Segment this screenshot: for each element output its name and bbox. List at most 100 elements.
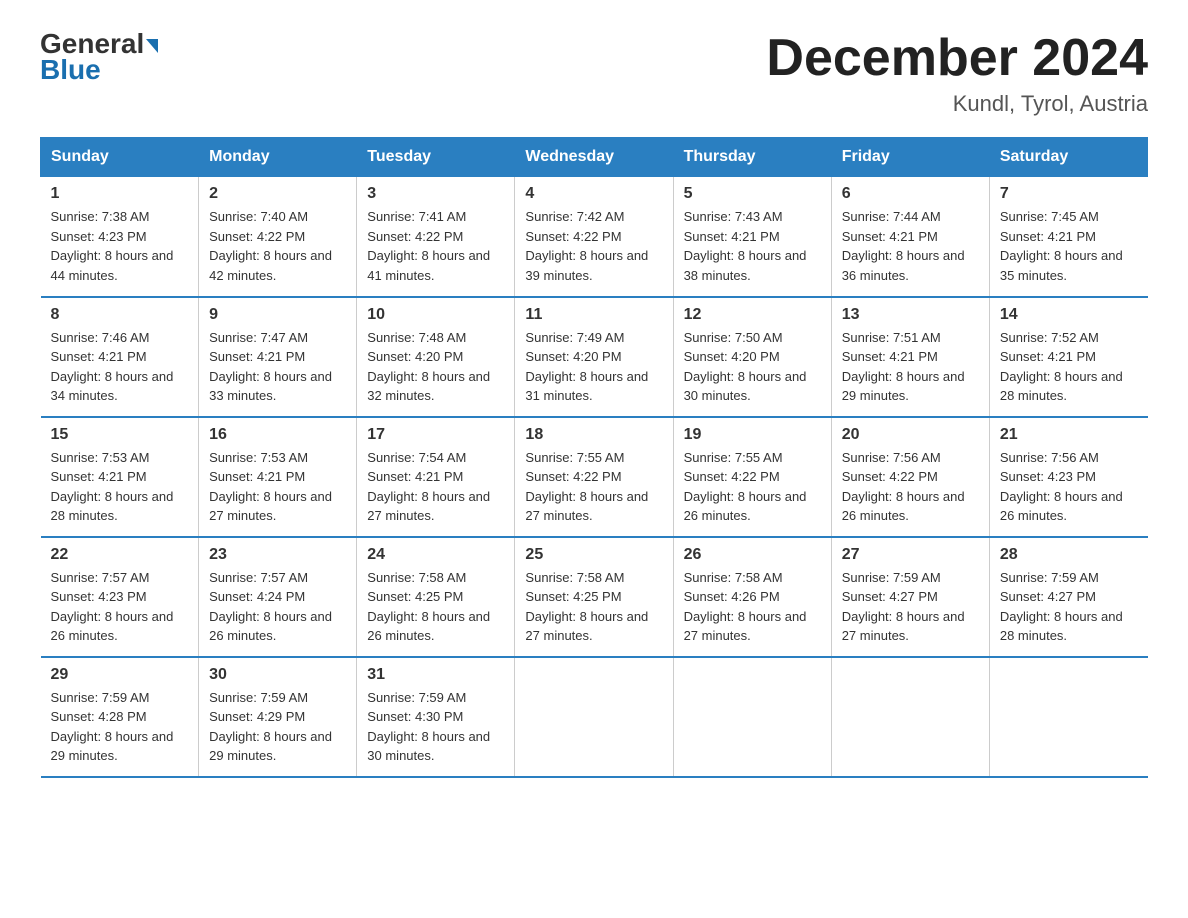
header-saturday: Saturday: [989, 138, 1147, 177]
calendar-week-row: 8 Sunrise: 7:46 AM Sunset: 4:21 PM Dayli…: [41, 297, 1148, 417]
table-row: 8 Sunrise: 7:46 AM Sunset: 4:21 PM Dayli…: [41, 297, 199, 417]
table-row: 2 Sunrise: 7:40 AM Sunset: 4:22 PM Dayli…: [199, 177, 357, 297]
day-number: 4: [525, 185, 662, 203]
day-number: 17: [367, 426, 504, 444]
table-row: 11 Sunrise: 7:49 AM Sunset: 4:20 PM Dayl…: [515, 297, 673, 417]
logo: General Blue: [40, 30, 158, 86]
calendar-week-row: 1 Sunrise: 7:38 AM Sunset: 4:23 PM Dayli…: [41, 177, 1148, 297]
table-row: 17 Sunrise: 7:54 AM Sunset: 4:21 PM Dayl…: [357, 417, 515, 537]
calendar-table: Sunday Monday Tuesday Wednesday Thursday…: [40, 137, 1148, 778]
logo-blue-text: Blue: [40, 54, 101, 86]
day-number: 25: [525, 546, 662, 564]
day-number: 1: [51, 185, 189, 203]
table-row: [673, 657, 831, 777]
day-info: Sunrise: 7:59 AM Sunset: 4:29 PM Dayligh…: [209, 688, 346, 766]
table-row: 30 Sunrise: 7:59 AM Sunset: 4:29 PM Dayl…: [199, 657, 357, 777]
table-row: 10 Sunrise: 7:48 AM Sunset: 4:20 PM Dayl…: [357, 297, 515, 417]
day-info: Sunrise: 7:56 AM Sunset: 4:22 PM Dayligh…: [842, 448, 979, 526]
day-info: Sunrise: 7:45 AM Sunset: 4:21 PM Dayligh…: [1000, 207, 1138, 285]
day-info: Sunrise: 7:42 AM Sunset: 4:22 PM Dayligh…: [525, 207, 662, 285]
table-row: 5 Sunrise: 7:43 AM Sunset: 4:21 PM Dayli…: [673, 177, 831, 297]
table-row: 6 Sunrise: 7:44 AM Sunset: 4:21 PM Dayli…: [831, 177, 989, 297]
table-row: 4 Sunrise: 7:42 AM Sunset: 4:22 PM Dayli…: [515, 177, 673, 297]
calendar-header-row: Sunday Monday Tuesday Wednesday Thursday…: [41, 138, 1148, 177]
day-number: 30: [209, 666, 346, 684]
header-tuesday: Tuesday: [357, 138, 515, 177]
day-info: Sunrise: 7:43 AM Sunset: 4:21 PM Dayligh…: [684, 207, 821, 285]
day-info: Sunrise: 7:49 AM Sunset: 4:20 PM Dayligh…: [525, 328, 662, 406]
day-info: Sunrise: 7:53 AM Sunset: 4:21 PM Dayligh…: [51, 448, 189, 526]
table-row: [831, 657, 989, 777]
day-info: Sunrise: 7:52 AM Sunset: 4:21 PM Dayligh…: [1000, 328, 1138, 406]
day-number: 3: [367, 185, 504, 203]
table-row: 9 Sunrise: 7:47 AM Sunset: 4:21 PM Dayli…: [199, 297, 357, 417]
day-number: 9: [209, 306, 346, 324]
title-area: December 2024 Kundl, Tyrol, Austria: [766, 30, 1148, 117]
day-number: 2: [209, 185, 346, 203]
day-number: 13: [842, 306, 979, 324]
day-number: 24: [367, 546, 504, 564]
day-info: Sunrise: 7:51 AM Sunset: 4:21 PM Dayligh…: [842, 328, 979, 406]
table-row: 19 Sunrise: 7:55 AM Sunset: 4:22 PM Dayl…: [673, 417, 831, 537]
day-info: Sunrise: 7:57 AM Sunset: 4:23 PM Dayligh…: [51, 568, 189, 646]
day-info: Sunrise: 7:44 AM Sunset: 4:21 PM Dayligh…: [842, 207, 979, 285]
day-info: Sunrise: 7:50 AM Sunset: 4:20 PM Dayligh…: [684, 328, 821, 406]
day-number: 21: [1000, 426, 1138, 444]
table-row: 20 Sunrise: 7:56 AM Sunset: 4:22 PM Dayl…: [831, 417, 989, 537]
day-info: Sunrise: 7:46 AM Sunset: 4:21 PM Dayligh…: [51, 328, 189, 406]
header-wednesday: Wednesday: [515, 138, 673, 177]
table-row: [515, 657, 673, 777]
day-info: Sunrise: 7:58 AM Sunset: 4:25 PM Dayligh…: [367, 568, 504, 646]
table-row: 12 Sunrise: 7:50 AM Sunset: 4:20 PM Dayl…: [673, 297, 831, 417]
day-number: 22: [51, 546, 189, 564]
table-row: 27 Sunrise: 7:59 AM Sunset: 4:27 PM Dayl…: [831, 537, 989, 657]
day-info: Sunrise: 7:59 AM Sunset: 4:27 PM Dayligh…: [1000, 568, 1138, 646]
table-row: 24 Sunrise: 7:58 AM Sunset: 4:25 PM Dayl…: [357, 537, 515, 657]
day-number: 8: [51, 306, 189, 324]
day-number: 12: [684, 306, 821, 324]
table-row: 26 Sunrise: 7:58 AM Sunset: 4:26 PM Dayl…: [673, 537, 831, 657]
day-number: 29: [51, 666, 189, 684]
table-row: 29 Sunrise: 7:59 AM Sunset: 4:28 PM Dayl…: [41, 657, 199, 777]
logo-arrow-icon: [146, 39, 158, 53]
table-row: 23 Sunrise: 7:57 AM Sunset: 4:24 PM Dayl…: [199, 537, 357, 657]
header-thursday: Thursday: [673, 138, 831, 177]
table-row: 21 Sunrise: 7:56 AM Sunset: 4:23 PM Dayl…: [989, 417, 1147, 537]
table-row: 1 Sunrise: 7:38 AM Sunset: 4:23 PM Dayli…: [41, 177, 199, 297]
day-info: Sunrise: 7:59 AM Sunset: 4:28 PM Dayligh…: [51, 688, 189, 766]
day-number: 28: [1000, 546, 1138, 564]
day-number: 18: [525, 426, 662, 444]
day-info: Sunrise: 7:38 AM Sunset: 4:23 PM Dayligh…: [51, 207, 189, 285]
day-number: 16: [209, 426, 346, 444]
table-row: 13 Sunrise: 7:51 AM Sunset: 4:21 PM Dayl…: [831, 297, 989, 417]
calendar-week-row: 29 Sunrise: 7:59 AM Sunset: 4:28 PM Dayl…: [41, 657, 1148, 777]
header-friday: Friday: [831, 138, 989, 177]
day-number: 14: [1000, 306, 1138, 324]
day-number: 7: [1000, 185, 1138, 203]
day-info: Sunrise: 7:59 AM Sunset: 4:27 PM Dayligh…: [842, 568, 979, 646]
table-row: 28 Sunrise: 7:59 AM Sunset: 4:27 PM Dayl…: [989, 537, 1147, 657]
table-row: 22 Sunrise: 7:57 AM Sunset: 4:23 PM Dayl…: [41, 537, 199, 657]
location-subtitle: Kundl, Tyrol, Austria: [766, 91, 1148, 117]
table-row: 31 Sunrise: 7:59 AM Sunset: 4:30 PM Dayl…: [357, 657, 515, 777]
day-info: Sunrise: 7:48 AM Sunset: 4:20 PM Dayligh…: [367, 328, 504, 406]
day-info: Sunrise: 7:57 AM Sunset: 4:24 PM Dayligh…: [209, 568, 346, 646]
header-sunday: Sunday: [41, 138, 199, 177]
day-info: Sunrise: 7:47 AM Sunset: 4:21 PM Dayligh…: [209, 328, 346, 406]
day-number: 20: [842, 426, 979, 444]
calendar-week-row: 22 Sunrise: 7:57 AM Sunset: 4:23 PM Dayl…: [41, 537, 1148, 657]
day-info: Sunrise: 7:56 AM Sunset: 4:23 PM Dayligh…: [1000, 448, 1138, 526]
day-info: Sunrise: 7:40 AM Sunset: 4:22 PM Dayligh…: [209, 207, 346, 285]
header-monday: Monday: [199, 138, 357, 177]
day-number: 6: [842, 185, 979, 203]
table-row: 3 Sunrise: 7:41 AM Sunset: 4:22 PM Dayli…: [357, 177, 515, 297]
table-row: 14 Sunrise: 7:52 AM Sunset: 4:21 PM Dayl…: [989, 297, 1147, 417]
day-info: Sunrise: 7:53 AM Sunset: 4:21 PM Dayligh…: [209, 448, 346, 526]
table-row: 15 Sunrise: 7:53 AM Sunset: 4:21 PM Dayl…: [41, 417, 199, 537]
day-info: Sunrise: 7:54 AM Sunset: 4:21 PM Dayligh…: [367, 448, 504, 526]
day-number: 31: [367, 666, 504, 684]
day-info: Sunrise: 7:58 AM Sunset: 4:25 PM Dayligh…: [525, 568, 662, 646]
table-row: 18 Sunrise: 7:55 AM Sunset: 4:22 PM Dayl…: [515, 417, 673, 537]
day-info: Sunrise: 7:59 AM Sunset: 4:30 PM Dayligh…: [367, 688, 504, 766]
day-number: 10: [367, 306, 504, 324]
